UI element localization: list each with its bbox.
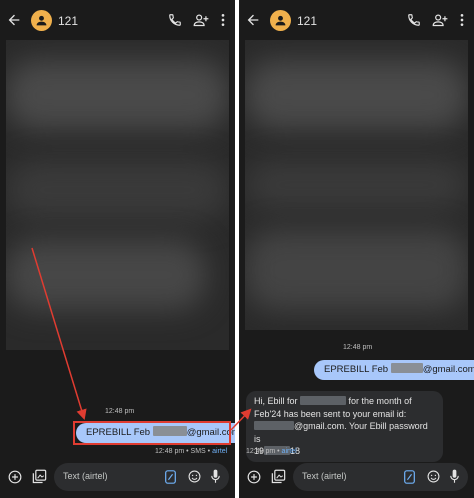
- annotation-arrow-right: [230, 408, 252, 431]
- annotation-arrow-down: [31, 247, 87, 421]
- annotation-arrows: [31, 247, 252, 431]
